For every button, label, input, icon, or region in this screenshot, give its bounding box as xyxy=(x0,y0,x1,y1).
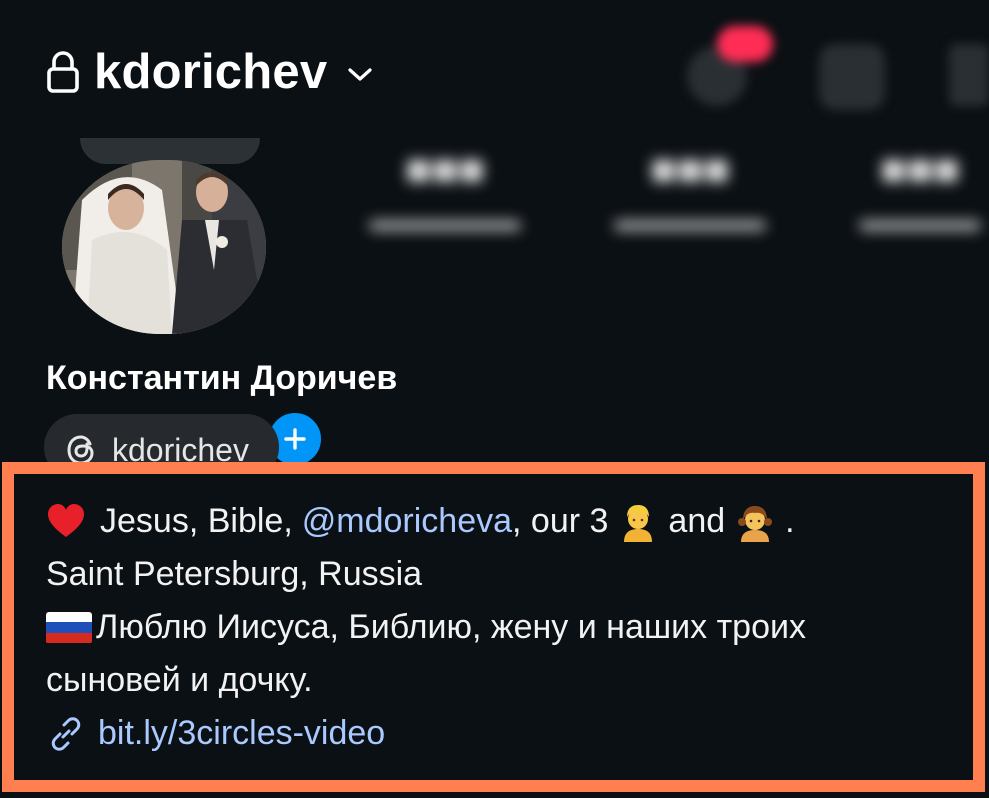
lock-icon xyxy=(47,51,79,93)
red-heart-emoji xyxy=(46,502,86,542)
profile-full-name: Константин Доричев xyxy=(46,359,398,397)
menu-button[interactable] xyxy=(949,44,989,106)
bio-highlight-box: Jesus, Bible, @mdoricheva , our 3 and . … xyxy=(2,462,985,792)
bio-mention-link[interactable]: @mdoricheva xyxy=(302,495,512,548)
bio-link-url[interactable]: bit.ly/3circles-video xyxy=(98,707,385,760)
bio-line-2: Saint Petersburg, Russia xyxy=(46,555,423,593)
profile-header: kdorichev xyxy=(46,40,375,104)
russia-flag-emoji xyxy=(46,611,92,644)
avatar-container xyxy=(62,138,326,470)
followers-label: ▬▬▬▬▬ xyxy=(615,204,765,237)
profile-screen: kdorichev ■■■ ▬▬▬▬▬ ■■■ ▬▬▬▬▬ ■■■ ▬▬▬▬ К… xyxy=(0,0,989,798)
posts-count: ■■■ xyxy=(405,145,485,194)
create-button[interactable] xyxy=(819,44,885,110)
bio-text-period: . xyxy=(785,502,795,540)
bio-text-russian: Люблю Иисуса, Библию, жену и наших троих xyxy=(96,608,806,646)
followers-count: ■■■ xyxy=(650,145,730,194)
followers-stat[interactable]: ■■■ ▬▬▬▬▬ xyxy=(570,148,810,236)
bio-line-3: Люблю Иисуса, Библию, жену и наших троих xyxy=(46,601,973,654)
header-actions xyxy=(669,26,989,116)
bio-line-4: сыновей и дочку. xyxy=(46,661,313,699)
profile-stats: ■■■ ▬▬▬▬▬ ■■■ ▬▬▬▬▬ ■■■ ▬▬▬▬ xyxy=(320,140,989,260)
avatar[interactable] xyxy=(62,160,266,334)
link-icon xyxy=(51,716,81,751)
bio-link-row[interactable]: bit.ly/3circles-video xyxy=(46,707,973,760)
account-switcher-username[interactable]: kdorichev xyxy=(94,47,327,97)
boy-emoji xyxy=(618,502,658,542)
following-stat[interactable]: ■■■ ▬▬▬▬ xyxy=(820,148,989,236)
chevron-down-icon[interactable] xyxy=(345,65,375,85)
notification-badge xyxy=(717,26,773,62)
avatar-photo xyxy=(62,160,266,334)
bio-text-our-3: , our 3 xyxy=(512,502,609,540)
following-label: ▬▬▬▬ xyxy=(860,204,980,237)
posts-stat[interactable]: ■■■ ▬▬▬▬▬ xyxy=(330,148,560,236)
bio-text-and: and xyxy=(668,502,726,540)
plus-icon xyxy=(284,428,306,450)
posts-label: ▬▬▬▬▬ xyxy=(370,204,520,237)
girl-emoji xyxy=(735,502,775,542)
bio-text-jesus-bible: Jesus, Bible, xyxy=(100,502,293,540)
following-count: ■■■ xyxy=(880,145,960,194)
bio-line-1: Jesus, Bible, @mdoricheva , our 3 and . xyxy=(46,495,973,548)
